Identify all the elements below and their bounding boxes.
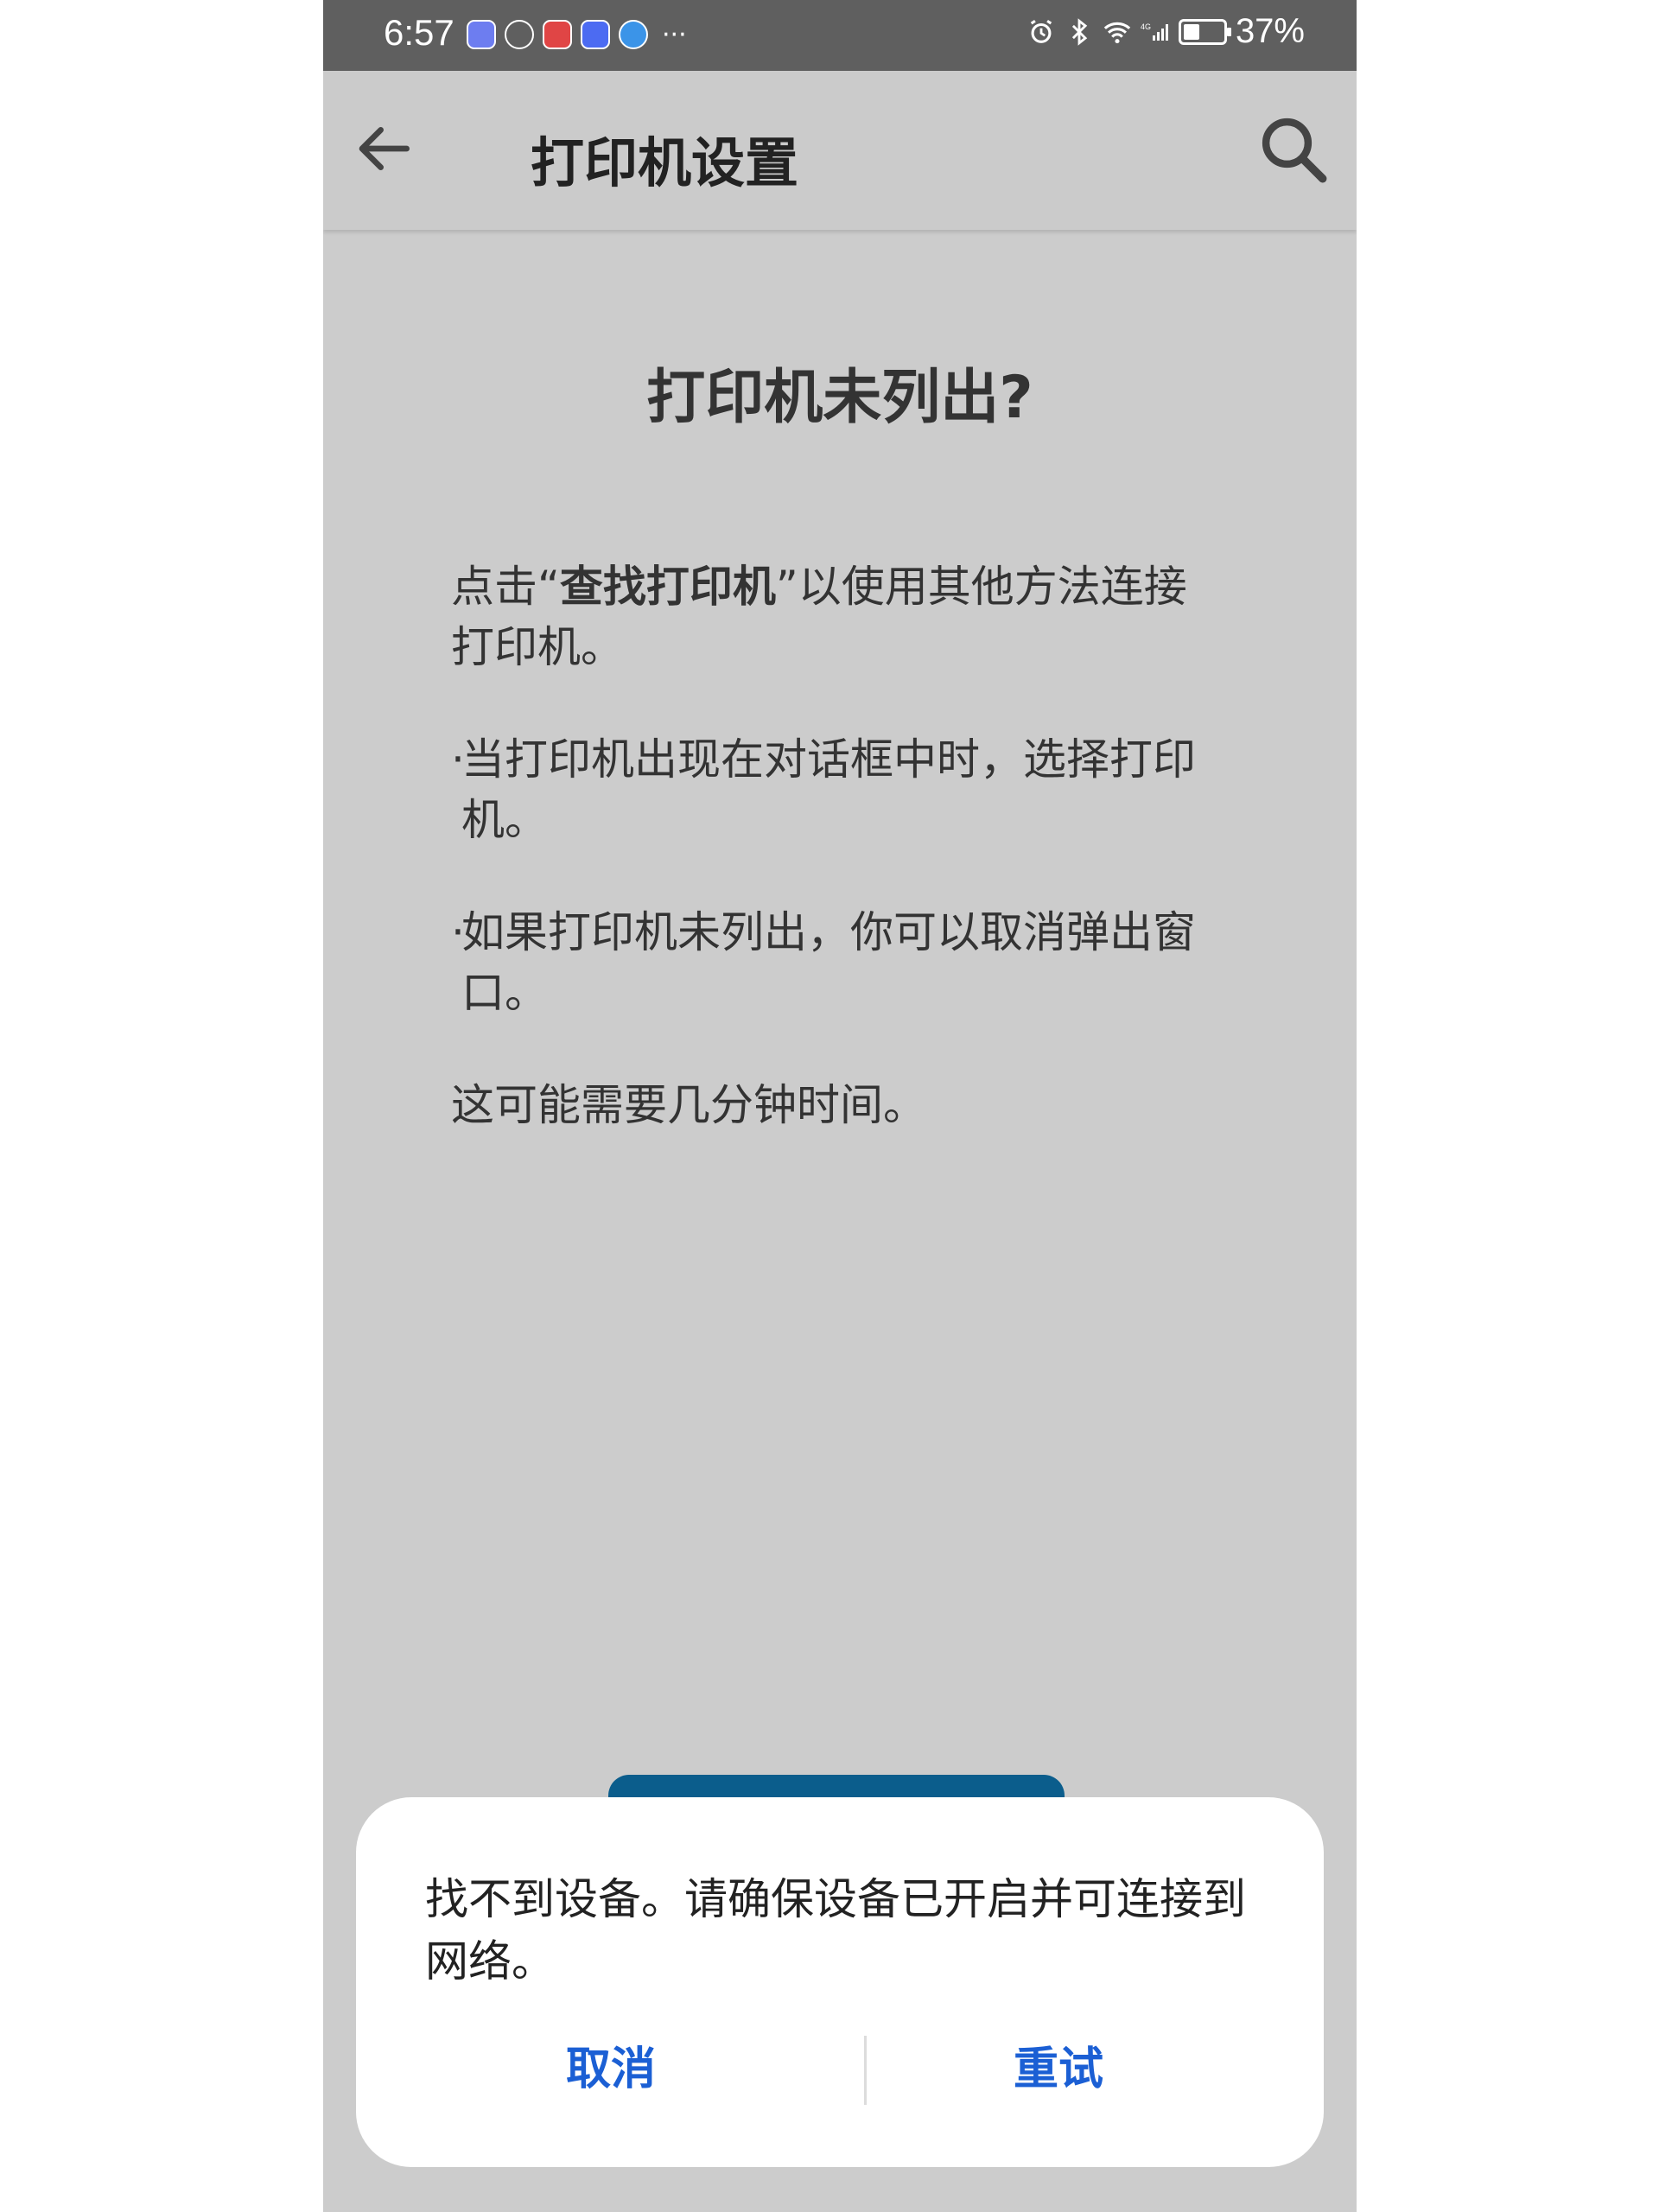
status-time: 6:57 bbox=[384, 12, 454, 53]
cellular-signal-icon: 4G bbox=[1141, 22, 1168, 41]
page-title: 打印机设置 bbox=[531, 131, 799, 194]
browser-app-icon bbox=[619, 20, 648, 49]
alarm-icon bbox=[1030, 19, 1052, 43]
battery-icon bbox=[1178, 18, 1231, 45]
back-arrow-icon[interactable] bbox=[349, 114, 418, 183]
dialog-actions: 取消 重试 bbox=[356, 2031, 1324, 2108]
network-type-label: 4G bbox=[1141, 22, 1151, 31]
search-icon[interactable] bbox=[1255, 111, 1332, 188]
status-bar: 6:57 ··· 4G 37% bbox=[323, 0, 1357, 71]
status-indicators: 4G 37% bbox=[1027, 12, 1305, 51]
instruction-paragraph: 点击“查找打印机”以使用其他方法连接打印机。 bbox=[451, 556, 1229, 677]
music-app-icon bbox=[467, 20, 496, 49]
error-dialog: 找不到设备。请确保设备已开启并可连接到网络。 取消 重试 bbox=[356, 1797, 1324, 2167]
wifi-icon bbox=[1103, 22, 1131, 43]
bullet-dot: · bbox=[451, 907, 465, 957]
section-heading: 打印机未列出? bbox=[646, 364, 1033, 432]
instruction-prefix: 点击“ bbox=[451, 562, 560, 612]
app-bar: 打印机设置 bbox=[323, 71, 1357, 230]
bullet-item-cancel-popup: · 如果打印机未列出，你可以取消弹出窗口。 bbox=[451, 902, 1229, 1023]
notification-icons: ··· bbox=[467, 19, 687, 50]
cancel-button[interactable]: 取消 bbox=[481, 2031, 741, 2108]
bullet-item-select-printer: · 当打印机出现在对话框中时，选择打印机。 bbox=[451, 729, 1229, 850]
more-notifications-icon: ··· bbox=[662, 19, 687, 50]
bluetooth-icon bbox=[1071, 17, 1088, 46]
wait-note: 这可能需要几分钟时间。 bbox=[451, 1080, 926, 1130]
education-app-icon bbox=[581, 20, 610, 49]
bullet-text: 如果打印机未列出，你可以取消弹出窗口。 bbox=[461, 907, 1196, 1018]
button-divider bbox=[864, 2036, 867, 2105]
reader-app-icon bbox=[543, 20, 572, 49]
phone-screen: 6:57 ··· 4G 37% 打印机设置 打印机未列出? 点击“查找打印机”以… bbox=[323, 0, 1357, 2212]
dialog-message: 找不到设备。请确保设备已开启并可连接到网络。 bbox=[425, 1874, 1246, 1986]
battery-percent: 37% bbox=[1235, 12, 1305, 50]
find-printer-label: 查找打印机 bbox=[559, 562, 776, 612]
bullet-text: 当打印机出现在对话框中时，选择打印机。 bbox=[461, 734, 1196, 845]
bullet-dot: · bbox=[451, 734, 465, 785]
retry-button[interactable]: 重试 bbox=[929, 2031, 1188, 2108]
wechat-icon bbox=[505, 20, 534, 49]
